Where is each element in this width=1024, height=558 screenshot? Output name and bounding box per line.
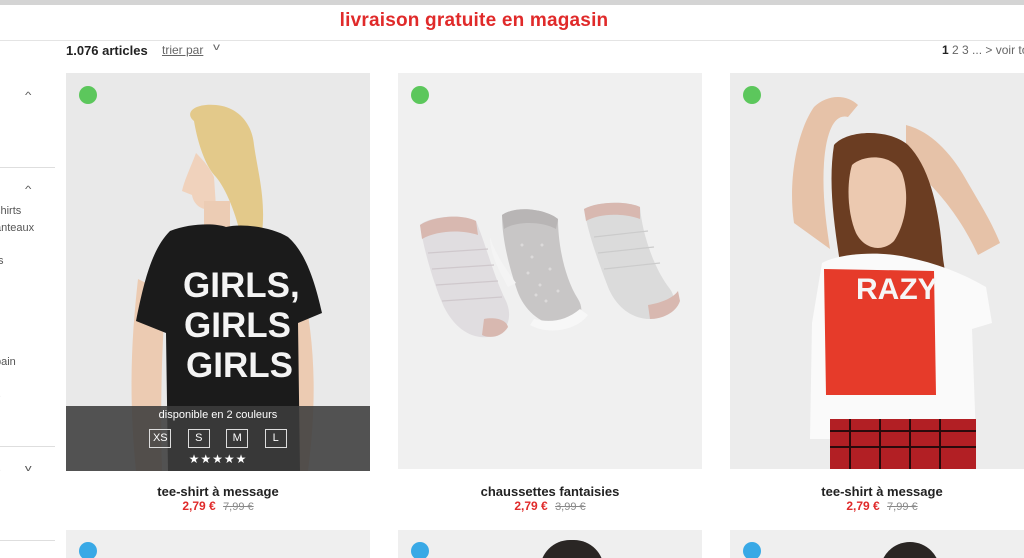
product-title[interactable]: tee-shirt à message bbox=[730, 484, 1024, 499]
product-photo bbox=[540, 540, 604, 558]
product-price: 2,79 € 7,99 € bbox=[730, 499, 1024, 513]
size-option[interactable]: L bbox=[264, 429, 287, 448]
rating-stars-icon: ★★★★★ bbox=[188, 452, 248, 466]
filter-option[interactable]: s bbox=[0, 463, 1, 475]
filter-option[interactable]: bain bbox=[0, 356, 16, 368]
product-card[interactable] bbox=[730, 530, 1024, 558]
chevron-up-icon[interactable]: ^ bbox=[25, 90, 31, 100]
sale-price: 2,79 € bbox=[846, 499, 880, 513]
product-title[interactable]: tee-shirt à message bbox=[66, 484, 370, 499]
filter-option[interactable]: s bbox=[0, 389, 1, 401]
size-selector: XS S M L bbox=[66, 428, 370, 448]
product-photo: RAZY bbox=[730, 73, 1024, 469]
sale-price: 2,79 € bbox=[182, 499, 216, 513]
size-option[interactable]: XS bbox=[149, 429, 172, 448]
product-card[interactable] bbox=[66, 530, 370, 558]
product-card[interactable] bbox=[398, 530, 702, 558]
chevron-down-icon[interactable]: v bbox=[213, 42, 220, 53]
sort-dropdown[interactable]: trier par bbox=[162, 43, 203, 57]
divider bbox=[0, 540, 55, 541]
shirt-print: GIRLS bbox=[186, 346, 293, 385]
old-price: 7,99 € bbox=[887, 501, 918, 513]
product-price: 2,79 € 3,99 € bbox=[398, 499, 702, 513]
availability-text: disponible en 2 couleurs bbox=[158, 409, 278, 421]
size-option[interactable]: S bbox=[187, 429, 210, 448]
chevron-up-icon[interactable]: ^ bbox=[25, 184, 31, 194]
filter-option[interactable]: ts bbox=[0, 255, 4, 267]
shirt-print: RAZY bbox=[856, 273, 938, 306]
shirt-print: GIRLS bbox=[184, 306, 291, 345]
new-badge-dot bbox=[411, 542, 429, 558]
old-price: 7,99 € bbox=[223, 501, 254, 513]
page-links[interactable]: 2 3 ... > voir tout bbox=[952, 43, 1024, 57]
product-photo bbox=[880, 542, 940, 558]
filter-option[interactable]: shirts bbox=[0, 205, 21, 217]
article-count: 1.076 articles bbox=[66, 43, 148, 58]
chevron-down-icon[interactable]: v bbox=[25, 463, 32, 473]
page-current[interactable]: 1 bbox=[942, 43, 949, 57]
old-price: 3,99 € bbox=[555, 501, 586, 513]
product-price: 2,79 € 7,99 € bbox=[66, 499, 370, 513]
pagination[interactable]: 1 2 3 ... > voir tout bbox=[942, 43, 1024, 57]
product-card[interactable]: RAZY tee-shirt à message 2,79 € 7,99 € bbox=[730, 73, 1024, 517]
new-badge-dot bbox=[79, 86, 97, 104]
divider bbox=[0, 40, 1024, 41]
product-title[interactable]: chaussettes fantaisies bbox=[398, 484, 702, 499]
new-badge-dot bbox=[743, 86, 761, 104]
product-image[interactable] bbox=[398, 73, 702, 469]
new-badge-dot bbox=[743, 542, 761, 558]
filter-sidebar: ^ ^ shirts anteaux ts bain s s v bbox=[0, 62, 56, 558]
top-bar bbox=[0, 0, 1024, 5]
filter-option[interactable]: anteaux bbox=[0, 222, 34, 234]
new-badge-dot bbox=[79, 542, 97, 558]
promo-banner[interactable]: livraison gratuite en magasin bbox=[0, 10, 948, 32]
divider bbox=[0, 446, 55, 447]
size-option[interactable]: M bbox=[226, 429, 249, 448]
quick-view-overlay[interactable]: disponible en 2 couleurs XS S M L ★★★★★ bbox=[66, 406, 370, 471]
product-image[interactable]: GIRLS, GIRLS GIRLS disponible en 2 coule… bbox=[66, 73, 370, 471]
product-photo bbox=[398, 73, 702, 469]
shirt-print: GIRLS, bbox=[183, 266, 300, 305]
divider bbox=[0, 167, 55, 168]
product-image[interactable]: RAZY bbox=[730, 73, 1024, 469]
sale-price: 2,79 € bbox=[514, 499, 548, 513]
new-badge-dot bbox=[411, 86, 429, 104]
